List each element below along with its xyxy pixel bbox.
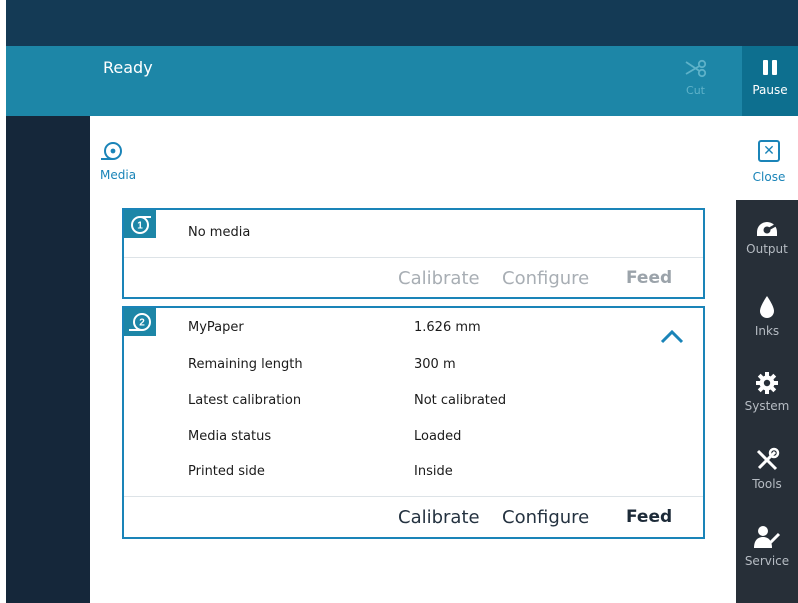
tray-2-card: 2 MyPaper 1.626 mm Remaining length 300 … [122,306,705,539]
nav-inks-label: Inks [754,324,780,338]
tools-icon [756,447,780,471]
tray-2-thickness: 1.626 mm [414,320,481,335]
printer-status: Ready [103,58,153,77]
collapse-chevron-icon[interactable] [660,328,684,344]
top-bar [6,0,798,46]
tray-2-media-name: MyPaper [188,320,244,335]
cut-label: Cut [686,84,705,97]
left-background [6,116,90,603]
tray-2-configure-button[interactable]: Configure [502,507,589,528]
tray-1-feed-button[interactable]: Feed [626,268,672,288]
ink-drop-icon [760,296,774,318]
nav-output-label: Output [746,242,788,256]
nav-inks[interactable]: Inks [736,294,798,338]
svg-text:2: 2 [139,318,145,329]
detail-label: Media status [188,429,272,444]
divider [124,257,703,258]
nav-tools-label: Tools [752,477,782,491]
tray-number-2-icon: 2 [129,313,151,331]
media-header: Media [100,140,148,182]
detail-value: Loaded [414,429,462,444]
pause-label: Pause [752,83,788,97]
tray-1-badge: 1 [124,210,156,238]
divider [124,496,703,497]
media-title: Media [100,168,137,182]
output-icon [757,222,777,236]
detail-label: Latest calibration [188,393,302,408]
pause-button[interactable]: Pause [742,46,798,116]
close-icon: ✕ [758,140,780,162]
close-button[interactable]: ✕ Close [751,140,787,184]
nav-system-label: System [744,399,790,413]
nav-service-label: Service [744,554,790,568]
detail-value: Inside [414,464,453,479]
tray-2-feed-button[interactable]: Feed [626,507,672,527]
service-icon [754,526,781,548]
nav-output[interactable]: Output [736,216,798,256]
detail-label: Printed side [188,464,265,479]
media-roll-icon [101,142,122,160]
close-label: Close [752,170,786,184]
nav-tools[interactable]: Tools [736,447,798,491]
nav-system[interactable]: System [736,371,798,413]
detail-value: 300 m [414,357,456,372]
tray-1-status: No media [188,225,251,240]
svg-text:1: 1 [137,221,143,232]
tray-1-configure-button[interactable]: Configure [502,268,589,289]
gear-icon [756,372,778,394]
cut-button[interactable]: Cut [668,46,723,116]
nav-service[interactable]: Service [736,524,798,568]
tray-1-card: 1 No media Calibrate Configure Feed [122,208,705,299]
tray-2-calibrate-button[interactable]: Calibrate [398,507,480,528]
scissors-icon [685,59,706,78]
detail-label: Remaining length [188,357,303,372]
tray-2-badge: 2 [124,308,156,336]
pause-icon [763,60,777,75]
detail-value: Not calibrated [414,393,507,408]
tray-number-1-icon: 1 [131,216,151,234]
tray-1-calibrate-button[interactable]: Calibrate [398,268,480,289]
